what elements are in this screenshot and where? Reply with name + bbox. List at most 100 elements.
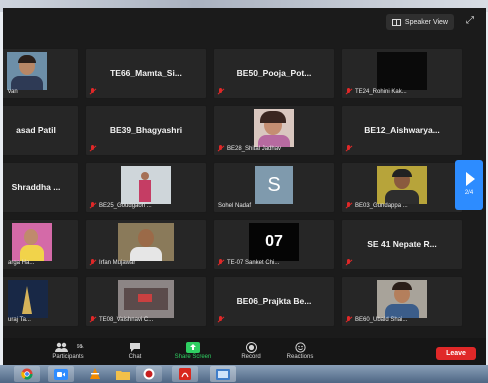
participant-name: BE28_Shital Jadhav <box>218 145 281 152</box>
record-button[interactable]: Record <box>226 341 276 360</box>
pdf-icon <box>179 368 191 380</box>
taskbar-vlc[interactable] <box>82 366 108 382</box>
share-screen-label: Share Screen <box>174 354 212 360</box>
mic-muted-icon <box>218 259 224 266</box>
caret-up-icon: ^ <box>80 346 84 352</box>
media-player-icon <box>143 368 155 380</box>
video-tile[interactable]: van <box>3 48 79 99</box>
taskbar-media[interactable] <box>136 366 162 382</box>
share-screen-button[interactable]: Share Screen <box>168 341 218 360</box>
reactions-icon <box>275 341 325 353</box>
mic-muted-icon <box>218 145 224 152</box>
video-tile[interactable]: uraj Ta... <box>3 276 79 327</box>
video-tile[interactable]: BE28_Shital Jadhav <box>213 105 335 156</box>
taskbar-zoom[interactable] <box>48 366 74 382</box>
chrome-icon <box>21 368 33 380</box>
participant-name: uraj Ta... <box>8 317 31 323</box>
video-tile[interactable]: BE25_Goudgaon ... <box>85 162 207 213</box>
fullscreen-icon[interactable]: ⤢ <box>466 16 476 26</box>
chat-icon <box>110 341 160 353</box>
play-arrow-icon <box>466 172 475 186</box>
participant-name: BE50_Pooja_Pot... <box>236 68 312 78</box>
vlc-icon <box>90 368 100 379</box>
mic-muted <box>218 88 224 95</box>
participant-name: TE66_Mamta_Si... <box>110 68 182 78</box>
record-label: Record <box>241 354 261 360</box>
video-tile[interactable]: asad Patil <box>3 105 79 156</box>
mic-muted-icon <box>346 316 352 323</box>
participant-name: SE 41 Nepate R... <box>367 239 437 249</box>
chat-button[interactable]: Chat <box>110 341 160 360</box>
leave-button[interactable]: Leave <box>436 347 476 360</box>
mic-muted-icon <box>90 259 96 266</box>
video-tile[interactable]: BE50_Pooja_Pot... <box>213 48 335 99</box>
mic-muted-icon <box>90 316 96 323</box>
participant-video-number: 07 <box>249 223 299 261</box>
video-tile[interactable]: TE24_Rohini Kak... <box>341 48 463 99</box>
participant-photo <box>118 223 174 261</box>
participant-photo <box>12 223 52 261</box>
participant-name: BE39_Bhagyashri <box>109 125 183 135</box>
taskbar-explorer[interactable] <box>110 366 136 382</box>
chat-label: Chat <box>128 354 142 360</box>
participant-photo <box>377 280 427 318</box>
video-tile[interactable]: TE08_Vaishnavi C... <box>85 276 207 327</box>
page-indicator: 2/4 <box>464 190 474 196</box>
mic-muted <box>346 145 352 152</box>
record-icon <box>226 341 276 353</box>
reactions-button[interactable]: Reactions <box>275 341 325 360</box>
video-tile[interactable]: SE 41 Nepate R... <box>341 219 463 270</box>
mic-muted-icon <box>346 145 352 152</box>
video-tile[interactable]: 07 TE-07 Sanket Chi... <box>213 219 335 270</box>
speaker-view-icon <box>391 18 401 26</box>
participant-name: Shraddha ... <box>11 182 61 192</box>
taskbar-acrobat[interactable] <box>172 366 198 382</box>
zoom-icon <box>54 368 68 380</box>
video-tile[interactable]: Irfan Mujawar <box>85 219 207 270</box>
mic-muted-icon <box>346 202 352 209</box>
taskbar-app[interactable] <box>210 366 236 382</box>
participant-name: arga Ha... <box>8 260 35 266</box>
avatar-initial: S <box>255 166 293 204</box>
participant-photo <box>8 280 48 318</box>
participant-photo <box>377 166 427 204</box>
participant-name: BE12_Aishwarya... <box>364 125 440 135</box>
video-tile[interactable]: arga Ha... <box>3 219 79 270</box>
folder-icon <box>116 370 130 380</box>
mic-muted <box>90 88 96 95</box>
video-tile[interactable]: BE03_Gundappa ... <box>341 162 463 213</box>
next-page-button[interactable]: 2/4 <box>455 160 483 210</box>
participant-name: asad Patil <box>16 125 56 135</box>
taskbar-chrome[interactable] <box>14 366 40 382</box>
zoom-meeting-window: Speaker View ⤢ van TE66_Mamta_Si... BE50… <box>3 8 486 365</box>
gallery-grid: van TE66_Mamta_Si... BE50_Pooja_Pot... T… <box>3 48 463 338</box>
mic-muted <box>218 316 224 323</box>
meeting-toolbar: 98 Participants ^ Chat Share Screen Reco… <box>3 338 486 365</box>
mic-muted-icon <box>218 316 224 323</box>
mic-muted-icon <box>218 88 224 95</box>
video-tile[interactable]: Shraddha ... <box>3 162 79 213</box>
speaker-view-label: Speaker View <box>404 18 448 26</box>
video-tile[interactable]: TE66_Mamta_Si... <box>85 48 207 99</box>
window-icon <box>216 368 230 380</box>
participant-name: TE08_Vaishnavi C... <box>90 316 153 323</box>
video-tile[interactable]: BE39_Bhagyashri <box>85 105 207 156</box>
video-tile[interactable]: S Sohel Nadaf <box>213 162 335 213</box>
video-tile[interactable]: BE60_Ubaid Shai... <box>341 276 463 327</box>
mic-muted-icon <box>90 88 96 95</box>
speaker-view-button[interactable]: Speaker View <box>385 14 454 30</box>
participant-photo <box>121 166 171 204</box>
participant-video <box>377 52 427 90</box>
participant-name: BE25_Goudgaon ... <box>90 202 152 209</box>
participant-name: BE03_Gundappa ... <box>346 202 408 209</box>
participant-photo <box>7 52 47 90</box>
share-screen-icon <box>168 341 218 353</box>
mic-muted-icon <box>346 259 352 266</box>
participants-options-caret[interactable]: ^ <box>76 346 88 352</box>
participant-name: TE24_Rohini Kak... <box>346 88 407 95</box>
os-taskbar <box>0 365 488 383</box>
video-tile[interactable]: BE12_Aishwarya... <box>341 105 463 156</box>
participant-photo <box>254 109 294 147</box>
video-tile[interactable]: BE06_Prajkta Be... <box>213 276 335 327</box>
mic-muted <box>90 145 96 152</box>
